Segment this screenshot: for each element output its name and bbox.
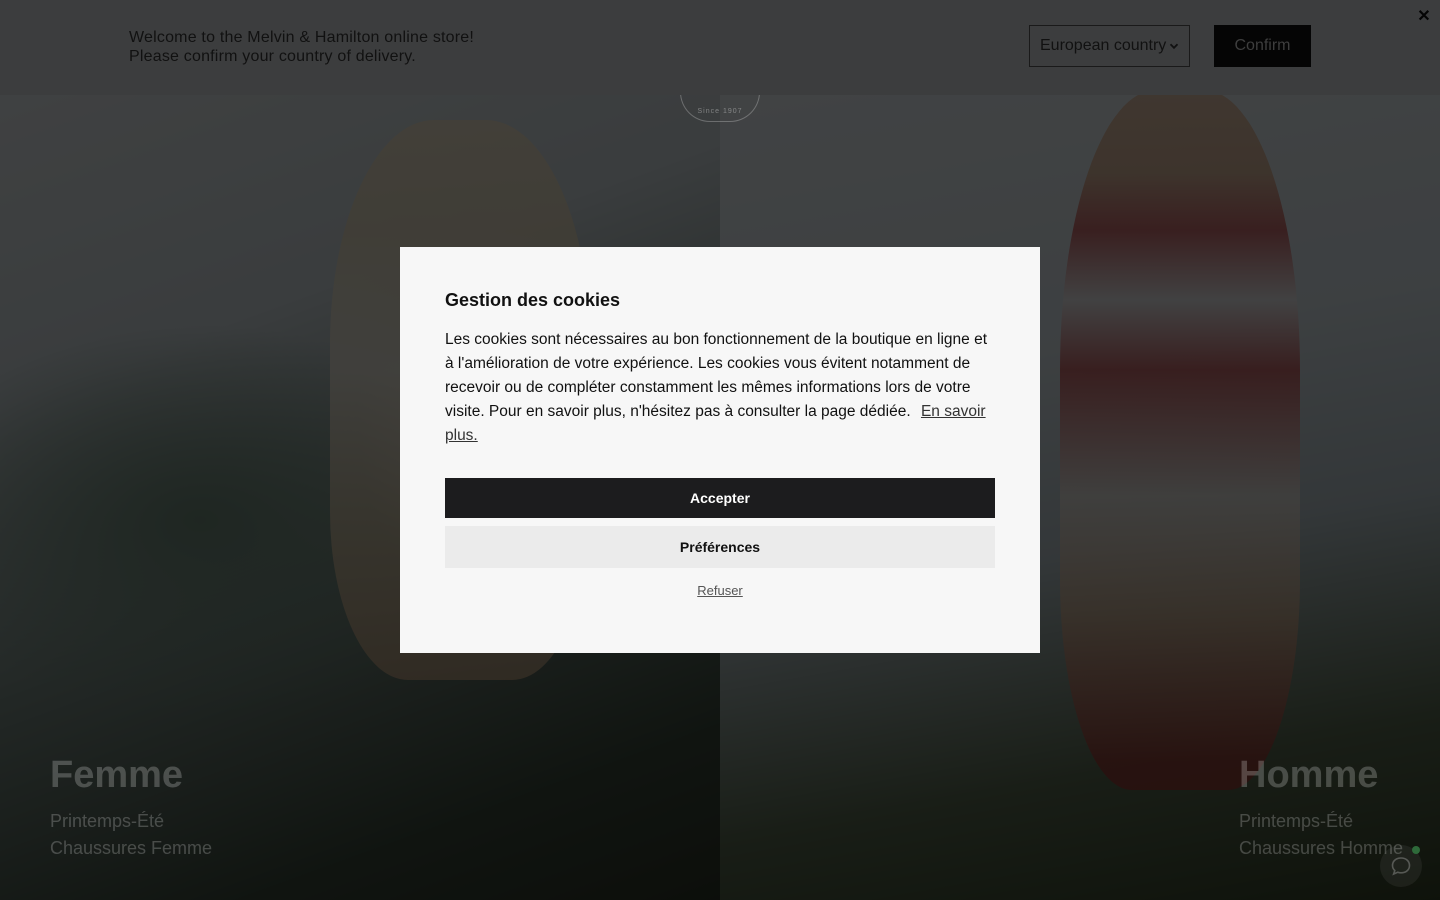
category-homme-season: Printemps-Été — [1239, 811, 1354, 831]
delivery-country-banner: Welcome to the Melvin & Hamilton online … — [0, 0, 1440, 95]
cookie-preferences-button[interactable]: Préférences — [445, 526, 995, 568]
banner-confirm-text: Please confirm your country of delivery. — [129, 48, 416, 65]
chat-status-dot — [1412, 846, 1420, 854]
category-femme-title: Femme — [50, 754, 184, 796]
cookie-consent-modal: Gestion des cookies Les cookies sont néc… — [400, 247, 1040, 653]
category-homme-shoes: Chaussures Homme — [1239, 838, 1404, 858]
cookie-modal-title: Gestion des cookies — [445, 290, 621, 310]
category-femme[interactable]: Femme Printemps-Été Chaussures Femme — [50, 752, 212, 862]
category-homme-title: Homme — [1239, 754, 1379, 796]
country-select[interactable]: European country — [1029, 25, 1190, 67]
banner-message: Welcome to the Melvin & Hamilton online … — [129, 28, 474, 66]
cookie-modal-description: Les cookies sont nécessaires au bon fonc… — [445, 331, 988, 420]
category-homme[interactable]: Homme Printemps-Été Chaussures Homme — [1239, 752, 1403, 862]
brand-logo-text: Since 1907 — [697, 108, 743, 115]
confirm-country-button[interactable]: Confirm — [1214, 25, 1311, 67]
country-select-value: European country — [1040, 37, 1167, 54]
chat-bubble-icon — [1391, 857, 1411, 876]
banner-welcome-text: Welcome to the Melvin & Hamilton online … — [129, 29, 475, 46]
category-femme-shoes: Chaussures Femme — [50, 838, 213, 858]
category-femme-season: Printemps-Été — [50, 811, 165, 831]
close-icon[interactable]: ✕ — [1414, 6, 1434, 26]
chevron-down-icon — [1169, 43, 1179, 50]
accept-cookies-button[interactable]: Accepter — [445, 478, 995, 518]
refuse-cookies-link[interactable]: Refuser — [400, 583, 1040, 598]
cookie-modal-body: Les cookies sont nécessaires au bon fonc… — [445, 328, 995, 448]
